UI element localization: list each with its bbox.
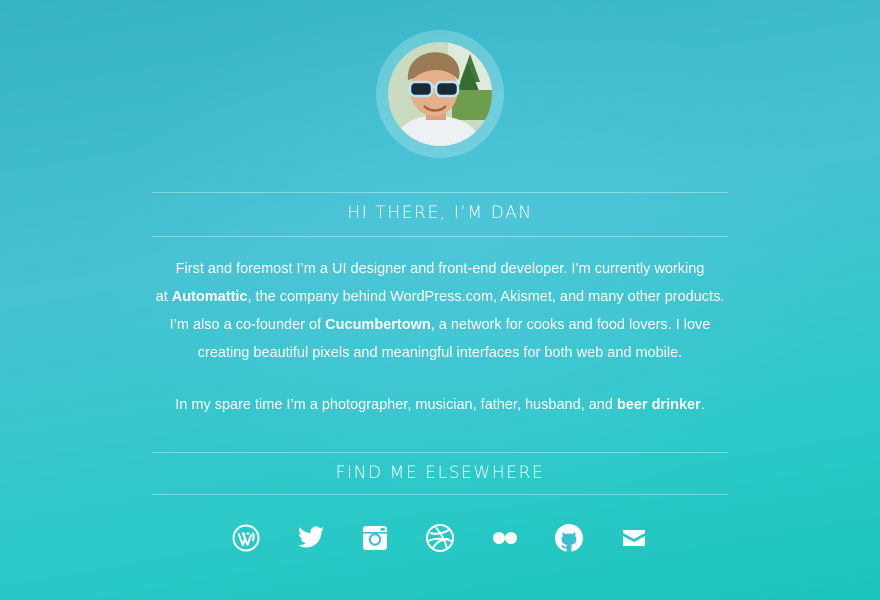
bio-line-3-post: , a network for cooks and food lovers. I… [430, 317, 711, 333]
dribbble-link[interactable] [424, 522, 456, 554]
social-links [230, 520, 650, 556]
avatar-frame [376, 30, 504, 158]
divider-top [152, 192, 728, 193]
bio-line-3-pre: I’m also a co-founder of [169, 317, 326, 333]
bio-line-4: creating beautiful pixels and meaningful… [197, 345, 683, 361]
bio-line-2-pre: at [155, 289, 172, 305]
email-link[interactable] [618, 522, 650, 554]
twitter-icon [297, 526, 324, 548]
wordpress-link[interactable] [230, 522, 262, 554]
dribbble-icon [425, 524, 454, 552]
bio-spare-time-post: . [700, 397, 705, 413]
divider-elsewhere-bottom [152, 494, 728, 495]
flickr-icon [492, 532, 517, 544]
github-icon [555, 524, 584, 552]
bio-paragraph-1: First and foremost I’m a UI designer and… [152, 255, 728, 367]
about-heading: HI THERE, I’M DAN [347, 203, 533, 223]
bio-text: First and foremost I’m a UI designer and… [152, 255, 728, 419]
avatar [388, 42, 492, 146]
flickr-link[interactable] [489, 522, 521, 554]
bio-spare-time-pre: In my spare time I’m a photographer, mus… [175, 397, 617, 413]
bio-paragraph-2: In my spare time I’m a photographer, mus… [152, 391, 728, 419]
email-icon [622, 530, 645, 546]
automattic-link[interactable]: Automattic [172, 289, 248, 305]
cucumbertown-link[interactable]: Cucumbertown [325, 317, 431, 333]
avatar-photo [388, 42, 492, 146]
divider-bottom [152, 236, 728, 237]
divider-elsewhere-top [152, 452, 728, 453]
beer-drinker-link[interactable]: beer drinker [617, 397, 701, 413]
profile-page: HI THERE, I’M DAN First and foremost I’m… [0, 0, 880, 600]
github-link[interactable] [553, 522, 585, 554]
instagram-link[interactable] [359, 522, 391, 554]
wordpress-icon [232, 524, 260, 552]
twitter-link[interactable] [295, 522, 327, 554]
bio-line-2-post: , the company behind WordPress.com, Akis… [247, 289, 725, 305]
elsewhere-heading: FIND ME ELSEWHERE [335, 463, 545, 483]
instagram-icon [363, 526, 388, 550]
bio-line-1: First and foremost I’m a UI designer and… [175, 261, 705, 277]
